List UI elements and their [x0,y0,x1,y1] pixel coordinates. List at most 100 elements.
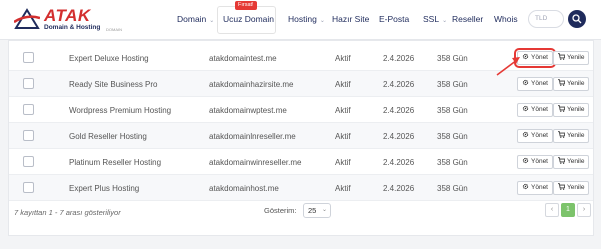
service-date: 2.4.2026 [383,158,415,167]
per-page-label: Gösterim: [264,206,297,215]
service-days-left: 358 Gün [437,80,468,89]
nav-domain[interactable]: Domain ⌄ [177,14,214,24]
service-days-left: 358 Gün [437,132,468,141]
cart-icon [558,53,566,60]
service-name: Platinum Reseller Hosting [69,158,162,167]
renew-label: Yenile [567,158,585,165]
services-table: Expert Deluxe Hosting atakdomaintest.me … [8,40,594,236]
renew-label: Yenile [567,106,585,113]
chevron-down-icon: ⌄ [321,207,327,213]
service-domain: atakdomaintest.me [209,54,277,63]
nav-hosting[interactable]: Hosting ⌄ [288,14,325,24]
manage-label: Yönet [531,54,548,61]
nav-hazir-site-label: Hazır Site [332,14,370,24]
service-domain: atakdomainlnreseller.me [209,132,296,141]
service-name: Wordpress Premium Hosting [69,106,172,115]
nav-ssl[interactable]: SSL ⌄ [423,14,447,24]
nav-whois-label: Whois [494,14,518,24]
row-checkbox[interactable] [23,78,34,89]
logo-tagline: DOMAIN [106,27,122,32]
prev-page-button[interactable]: ‹ [545,203,559,217]
row-checkbox[interactable] [23,156,34,167]
manage-label: Yönet [531,106,548,113]
atak-logo[interactable]: ATAK Domain & Hosting DOMAIN [14,6,134,34]
service-name: Expert Plus Hosting [69,184,140,193]
nav-whois[interactable]: Whois [494,14,518,24]
renew-button[interactable]: Yenile [553,129,590,143]
manage-button[interactable]: Yönet [517,155,553,169]
annotation-arrow-icon [496,57,520,76]
nav-reseller-label: Reseller [452,14,484,24]
row-checkbox[interactable] [23,182,34,193]
logo-swoosh-icon [14,8,40,29]
service-name: Expert Deluxe Hosting [69,54,149,63]
service-days-left: 358 Gün [437,184,468,193]
table-row: Wordpress Premium Hosting atakdomainwpte… [9,97,593,123]
gear-icon [522,183,529,190]
service-status: Aktif [335,80,351,89]
nav-ucuz-domain[interactable]: Ucuz Domain [223,14,274,24]
gear-icon [522,79,529,86]
manage-label: Yönet [531,132,548,139]
nav-eposta-label: E-Posta [379,14,410,24]
service-name: Ready Site Business Pro [69,80,158,89]
cart-icon [558,79,566,86]
per-page-select[interactable]: 25 ⌄ [303,203,331,218]
renew-button[interactable]: Yenile [553,51,590,65]
nav-ucuz-domain-label: Ucuz Domain [223,14,275,24]
service-days-left: 358 Gün [437,54,468,63]
service-name: Gold Reseller Hosting [69,132,147,141]
cart-icon [558,157,566,164]
manage-button[interactable]: Yönet [517,103,553,117]
service-status: Aktif [335,184,351,193]
nav-hazir-site[interactable]: Hazır Site [332,14,369,24]
gear-icon [522,105,529,112]
gear-icon [522,157,529,164]
renew-button[interactable]: Yenile [553,181,590,195]
nav-hosting-label: Hosting [288,14,317,24]
manage-label: Yönet [531,158,548,165]
nav-ssl-label: SSL [423,14,440,24]
cart-icon [558,183,566,190]
service-date: 2.4.2026 [383,54,415,63]
manage-button[interactable]: Yönet [517,129,553,143]
row-checkbox[interactable] [23,104,34,115]
service-date: 2.4.2026 [383,184,415,193]
renew-button[interactable]: Yenile [553,77,590,91]
service-date: 2.4.2026 [383,106,415,115]
nav-reseller[interactable]: Reseller [452,14,483,24]
page-1-button[interactable]: 1 [561,203,575,217]
service-status: Aktif [335,54,351,63]
nav-eposta[interactable]: E-Posta [379,14,409,24]
chevron-down-icon: ⌄ [319,18,325,24]
chevron-down-icon: ⌄ [209,18,215,24]
renew-button[interactable]: Yenile [553,103,590,117]
service-status: Aktif [335,132,351,141]
logo-subtitle: Domain & Hosting [44,24,101,31]
service-days-left: 358 Gün [437,106,468,115]
tld-search-input[interactable]: TLD [528,10,564,28]
search-icon [572,14,582,24]
service-days-left: 358 Gün [437,158,468,167]
row-checkbox[interactable] [23,52,34,63]
cart-icon [558,131,566,138]
table-row: Gold Reseller Hosting atakdomainlnresell… [9,123,593,149]
cart-icon [558,105,566,112]
service-status: Aktif [335,106,351,115]
next-page-button[interactable]: › [577,203,591,217]
search-button[interactable] [568,10,586,28]
site-header: ATAK Domain & Hosting DOMAIN Fırsat! Dom… [0,0,601,40]
service-domain: atakdomainhost.me [209,184,279,193]
manage-button[interactable]: Yönet [517,181,553,195]
service-domain: atakdomainhazirsite.me [209,80,294,89]
firsat-badge: Fırsat! [235,1,257,10]
chevron-down-icon: ⌄ [442,18,448,24]
row-checkbox[interactable] [23,130,34,141]
renew-label: Yenile [567,54,585,61]
renew-label: Yenile [567,184,585,191]
renew-button[interactable]: Yenile [553,155,590,169]
manage-label: Yönet [531,184,548,191]
table-row: Platinum Reseller Hosting atakdomainwinr… [9,149,593,175]
manage-button[interactable]: Yönet [517,77,553,91]
records-summary: 7 kayıttan 1 - 7 arası gösteriliyor [14,208,121,217]
